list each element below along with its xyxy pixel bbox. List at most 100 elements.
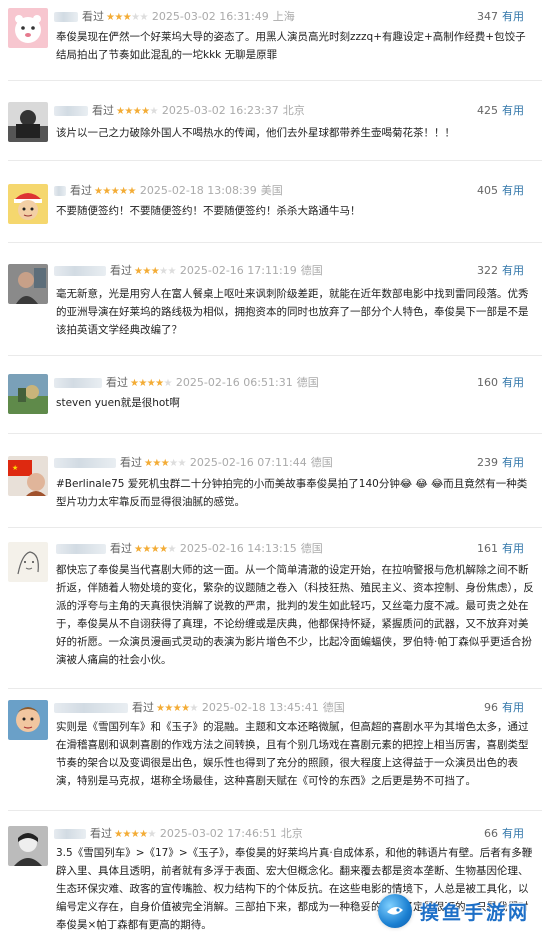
useful-button[interactable]: 有用 bbox=[502, 10, 524, 23]
user-avatar[interactable] bbox=[8, 700, 48, 740]
review-location: 北京 bbox=[280, 827, 303, 840]
star-filled-icon: ★ bbox=[139, 829, 148, 840]
user-avatar[interactable] bbox=[8, 826, 48, 866]
vote-area: 239 有用 bbox=[477, 454, 524, 472]
review-time: 2025-02-18 13:45:41 bbox=[201, 701, 319, 714]
review-divider bbox=[8, 527, 542, 528]
portrait-photo-avatar-icon bbox=[8, 264, 48, 304]
review-content: #Berlinale75 爱死机虫群二十分钟拍完的小而美故事奉俊昊拍了140分钟… bbox=[56, 478, 528, 508]
useful-button[interactable]: 有用 bbox=[502, 376, 524, 389]
rating-stars: ★★★★★ bbox=[94, 186, 137, 197]
star-empty-icon: ★ bbox=[163, 378, 173, 389]
review-meta: 看过 ★★★★★ 2025-02-16 06:51:31 德国 bbox=[54, 374, 319, 392]
review-meta: 看过 ★★★★★ 2025-02-16 17:11:19 德国 bbox=[54, 262, 323, 280]
watermark-logo-icon bbox=[378, 894, 412, 928]
watched-label: 看过 bbox=[70, 184, 92, 197]
username-link[interactable] bbox=[54, 266, 106, 276]
star-filled-icon: ★ bbox=[150, 544, 160, 555]
user-avatar[interactable] bbox=[8, 374, 48, 414]
username-link[interactable] bbox=[54, 458, 116, 468]
username-link[interactable] bbox=[54, 106, 88, 116]
review-location: 美国 bbox=[260, 184, 283, 197]
review-meta: 看过 ★★★★★ 2025-03-02 16:31:49 上海 bbox=[54, 8, 295, 26]
vote-area: 96 有用 bbox=[484, 699, 524, 717]
review-divider bbox=[8, 355, 542, 356]
review-divider bbox=[8, 160, 542, 161]
star-filled-icon: ★ bbox=[114, 12, 123, 23]
star-filled-icon: ★ bbox=[127, 186, 137, 197]
dark-photo-avatar-icon bbox=[8, 102, 48, 142]
star-filled-icon: ★ bbox=[110, 186, 120, 197]
star-empty-icon: ★ bbox=[147, 829, 157, 840]
useful-button[interactable]: 有用 bbox=[502, 104, 524, 117]
username-link[interactable] bbox=[54, 703, 128, 713]
cartoon-boy-avatar-icon bbox=[8, 184, 48, 224]
star-filled-icon: ★ bbox=[102, 186, 111, 197]
useful-button[interactable]: 有用 bbox=[502, 456, 524, 469]
star-filled-icon: ★ bbox=[155, 378, 164, 389]
review-time: 2025-02-18 13:08:39 bbox=[139, 184, 257, 197]
review-location: 德国 bbox=[296, 376, 319, 389]
review-location: 德国 bbox=[322, 701, 345, 714]
useful-button[interactable]: 有用 bbox=[502, 827, 524, 840]
star-empty-icon: ★ bbox=[159, 266, 168, 277]
user-avatar[interactable] bbox=[8, 264, 48, 304]
illustrated-face-avatar-icon bbox=[8, 700, 48, 740]
review-time: 2025-02-16 17:11:19 bbox=[179, 264, 297, 277]
rating-stars: ★★★★★ bbox=[134, 544, 177, 555]
review-content: 奉俊昊现在俨然一个好莱坞大导的姿态了。用黑人演员高光时刻zzzq+有趣设定+高制… bbox=[56, 31, 526, 61]
user-avatar[interactable] bbox=[8, 8, 48, 48]
watched-label: 看过 bbox=[120, 456, 142, 469]
review-location: 北京 bbox=[282, 104, 305, 117]
user-avatar[interactable] bbox=[8, 542, 48, 582]
watched-label: 看过 bbox=[106, 376, 128, 389]
watched-label: 看过 bbox=[110, 542, 132, 555]
username-link[interactable] bbox=[54, 186, 66, 196]
review-divider bbox=[8, 242, 542, 243]
rating-stars: ★★★★★ bbox=[134, 266, 177, 277]
review-content: 不要随便签约！不要随便签约！不要随便签约！杀杀大路通牛马！ bbox=[56, 205, 361, 217]
star-filled-icon: ★ bbox=[164, 703, 173, 714]
review-content: 都快忘了奉俊昊当代喜剧大师的这一面。从一个简单清澈的设定开始，在拉响警报与危机解… bbox=[56, 564, 534, 666]
review-meta: 看过 ★★★★★ 2025-02-18 13:08:39 美国 bbox=[54, 182, 283, 200]
star-filled-icon: ★ bbox=[146, 378, 156, 389]
review-meta: 看过 ★★★★★ 2025-02-16 14:13:15 德国 bbox=[56, 540, 323, 558]
useful-button[interactable]: 有用 bbox=[502, 542, 524, 555]
review-content: 该片以一己之力破除外国人不喝热水的传闻，他们去外星球都带养生壶喝菊花茶！！！ bbox=[56, 127, 455, 139]
star-filled-icon: ★ bbox=[142, 544, 151, 555]
username-link[interactable] bbox=[54, 829, 86, 839]
rating-stars: ★★★★★ bbox=[106, 12, 149, 23]
review-content: 毫无新意，光是用穷人在富人餐桌上呕吐来讽刺阶级差距，就能在近年数部电影中找到雷同… bbox=[56, 288, 529, 336]
useful-count: 66 bbox=[484, 827, 498, 840]
useful-button[interactable]: 有用 bbox=[502, 264, 524, 277]
useful-count: 405 bbox=[477, 184, 498, 197]
star-filled-icon: ★ bbox=[122, 829, 131, 840]
useful-button[interactable]: 有用 bbox=[502, 701, 524, 714]
review-time: 2025-03-02 16:23:37 bbox=[161, 104, 279, 117]
review-time: 2025-02-16 07:11:44 bbox=[189, 456, 307, 469]
star-filled-icon: ★ bbox=[160, 458, 170, 469]
username-link[interactable] bbox=[54, 12, 78, 22]
user-avatar[interactable] bbox=[8, 184, 48, 224]
star-filled-icon: ★ bbox=[172, 703, 182, 714]
username-link[interactable] bbox=[54, 378, 102, 388]
review-location: 德国 bbox=[300, 542, 323, 555]
landscape-photo-avatar-icon bbox=[8, 374, 48, 414]
vote-area: 160 有用 bbox=[477, 374, 524, 392]
user-avatar[interactable]: ★ bbox=[8, 456, 48, 496]
review-divider bbox=[8, 433, 542, 434]
star-filled-icon: ★ bbox=[150, 266, 160, 277]
vote-area: 322 有用 bbox=[477, 262, 524, 280]
user-avatar[interactable] bbox=[8, 102, 48, 142]
vote-area: 347 有用 bbox=[477, 8, 524, 26]
review-meta: 看过 ★★★★★ 2025-02-16 07:11:44 德国 bbox=[54, 454, 333, 472]
useful-button[interactable]: 有用 bbox=[502, 184, 524, 197]
watched-label: 看过 bbox=[82, 10, 104, 23]
review-meta: 看过 ★★★★★ 2025-02-18 13:45:41 德国 bbox=[54, 699, 345, 717]
star-empty-icon: ★ bbox=[169, 458, 178, 469]
useful-count: 239 bbox=[477, 456, 498, 469]
review-divider bbox=[8, 810, 542, 811]
star-filled-icon: ★ bbox=[132, 106, 142, 117]
username-link[interactable] bbox=[56, 544, 106, 554]
star-empty-icon: ★ bbox=[149, 106, 159, 117]
